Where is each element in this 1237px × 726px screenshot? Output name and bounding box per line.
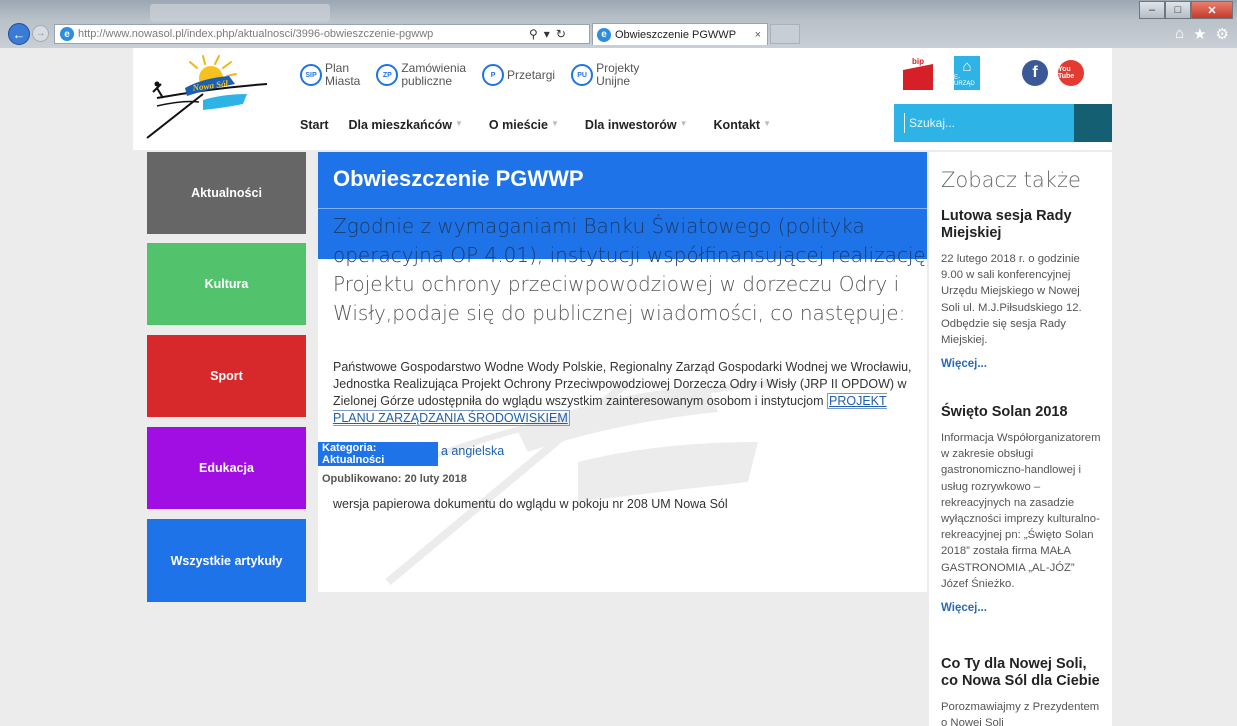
- zamowienia-icon: ZP: [376, 64, 399, 86]
- chevron-down-icon: ▼: [551, 119, 559, 128]
- top-link-label: Przetargi: [507, 67, 556, 82]
- dropdown-icon[interactable]: ▾: [544, 27, 550, 41]
- chevron-down-icon: ▼: [763, 119, 771, 128]
- top-links: SIP Plan Miasta ZP Zamówienia publiczne P …: [300, 62, 655, 88]
- projekty-icon: PU: [571, 64, 594, 86]
- category-sport[interactable]: Sport: [147, 335, 306, 417]
- search-icon[interactable]: ⚲: [529, 27, 538, 41]
- bip-label: bip: [912, 57, 924, 66]
- address-url[interactable]: http://www.nowasol.pl/index.php/aktualno…: [78, 28, 529, 40]
- new-tab-button[interactable]: [770, 24, 800, 44]
- article: Obwieszczenie PGWWP Zgodnie z wymaganiam…: [318, 152, 927, 592]
- facebook-icon[interactable]: f: [1022, 60, 1048, 86]
- title-divider: [318, 208, 927, 209]
- category-wszystkie-artykuly[interactable]: Wszystkie artykuły: [147, 519, 306, 602]
- category-aktualnosci[interactable]: Aktualności: [147, 152, 306, 234]
- category-kultura[interactable]: Kultura: [147, 243, 306, 325]
- back-button[interactable]: ←: [8, 23, 30, 45]
- search-panel: Szukaj...: [894, 104, 1112, 142]
- category-badge[interactable]: Kategoria: Aktualności: [318, 442, 438, 466]
- article-body-text: Państwowe Gospodarstwo Wodne Wody Polski…: [333, 360, 912, 408]
- top-link-label: Unijne: [596, 74, 631, 88]
- forward-button[interactable]: →: [32, 25, 49, 42]
- more-link[interactable]: Więcej...: [941, 358, 1101, 370]
- window-controls: – □ ✕: [1139, 1, 1233, 19]
- browser-toolbar-icons: ⌂ ★ ⚙: [1175, 25, 1229, 43]
- nav-item-start[interactable]: Start: [300, 118, 328, 132]
- refresh-icon[interactable]: ↻: [556, 27, 566, 41]
- category-edukacja[interactable]: Edukacja: [147, 427, 306, 509]
- related-item-text: 22 lutego 2018 r. o godzinie 9.00 w sali…: [941, 253, 1082, 347]
- related-item-title[interactable]: Co Ty dla Nowej Soli, co Nowa Sól dla Ci…: [941, 656, 1101, 690]
- lead-line: Projektu ochrony przeciwpowodziowej w do…: [333, 272, 900, 296]
- top-link-przetargi[interactable]: P Przetargi: [482, 62, 555, 88]
- ie-icon: e: [60, 27, 74, 41]
- article-body: Państwowe Gospodarstwo Wodne Wody Polski…: [333, 359, 913, 427]
- address-bar[interactable]: e http://www.nowasol.pl/index.php/aktual…: [54, 24, 590, 44]
- settings-gear-icon[interactable]: ⚙: [1216, 25, 1229, 43]
- article-lead: Zgodnie z wymaganiami Banku Światowego (…: [333, 212, 926, 328]
- lead-line: Zgodnie z wymaganiami Banku Światowego (…: [333, 214, 865, 238]
- address-tools: ⚲ ▾ ↻: [529, 27, 589, 41]
- related-item-text: Porozmawiajmy z Prezydentem o Nowej Soli: [941, 701, 1100, 726]
- maximize-icon[interactable]: □: [1165, 1, 1191, 19]
- top-link-plan-miasta[interactable]: SIP Plan Miasta: [300, 62, 360, 88]
- main-nav: Start Dla mieszkańców ▼ O mieście ▼ Dla in…: [300, 118, 797, 132]
- lead-line: Wisły,podaje się do publicznej wiadomośc…: [333, 301, 906, 325]
- home-icon[interactable]: ⌂: [1175, 25, 1184, 43]
- search-input[interactable]: Szukaj...: [904, 113, 1052, 133]
- plan-miasta-icon: SIP: [300, 64, 322, 86]
- nowa-sol-logo[interactable]: Nowa Sól: [143, 54, 283, 142]
- lead-line: operacyjna OP 4.01), instytucji współfin…: [333, 243, 926, 267]
- related-item-text: Informacja Współorganizatorem w zakresie…: [941, 432, 1101, 590]
- favorites-star-icon[interactable]: ★: [1193, 25, 1206, 43]
- english-version-link[interactable]: a angielska: [441, 444, 504, 458]
- site: Nowa Sól SIP Plan Miasta ZP Zamówienia pub…: [0, 48, 1237, 726]
- related-sidebar: Zobacz także Lutowa sesja Rady Miejskiej…: [929, 152, 1112, 726]
- chevron-down-icon: ▼: [679, 119, 688, 128]
- nav-item-o-miescie[interactable]: O mieście ▼: [489, 118, 559, 132]
- browser-chrome: ← → e http://www.nowasol.pl/index.php/ak…: [0, 0, 1237, 48]
- minimize-icon[interactable]: –: [1139, 1, 1165, 19]
- site-header: Nowa Sól SIP Plan Miasta ZP Zamówienia pub…: [133, 48, 1112, 150]
- top-link-label: Miasta: [325, 74, 361, 88]
- nav-item-dla-mieszkancow[interactable]: Dla mieszkańców ▼: [348, 118, 462, 132]
- top-link-projekty[interactable]: PU Projekty Unijne: [571, 62, 639, 88]
- published-date: Opublikowano: 20 luty 2018: [322, 473, 467, 485]
- top-link-label: Projekty: [596, 61, 640, 75]
- article-title: Obwieszczenie PGWWP: [333, 166, 584, 191]
- close-window-icon[interactable]: ✕: [1191, 1, 1233, 19]
- related-item-title[interactable]: Święto Solan 2018: [941, 404, 1101, 421]
- related-item-title[interactable]: Lutowa sesja Rady Miejskiej: [941, 208, 1101, 242]
- related-item: Święto Solan 2018 Informacja Współorgani…: [941, 404, 1101, 614]
- related-item: Lutowa sesja Rady Miejskiej 22 lutego 20…: [941, 208, 1101, 370]
- background-tab[interactable]: [150, 4, 330, 22]
- tab-title: Obwieszczenie PGWWP: [615, 28, 737, 41]
- top-link-label: Zamówienia: [401, 61, 467, 75]
- logo-text: Nowa Sól: [191, 78, 229, 93]
- chevron-down-icon: ▼: [455, 119, 463, 128]
- top-link-zamowienia[interactable]: ZP Zamówienia publiczne: [376, 62, 466, 88]
- youtube-icon[interactable]: You Tube: [1058, 60, 1084, 86]
- related-heading: Zobacz także: [941, 168, 1081, 192]
- e-urzad-icon[interactable]: ⌂ E-URZĄD: [954, 56, 980, 90]
- tab-close-icon[interactable]: ×: [755, 29, 761, 41]
- przetargi-icon: P: [482, 64, 505, 86]
- top-link-label: publiczne: [401, 74, 453, 88]
- search-button[interactable]: [1074, 104, 1112, 142]
- paper-version-note: wersja papierowa dokumentu do wglądu w p…: [333, 497, 728, 511]
- ie-icon: e: [597, 27, 611, 42]
- e-urzad-label: E-URZĄD: [954, 75, 975, 87]
- active-tab[interactable]: e Obwieszczenie PGWWP ×: [592, 23, 768, 45]
- more-link[interactable]: Więcej...: [941, 602, 1101, 614]
- nav-item-dla-inwestorow[interactable]: Dla inwestorów ▼: [585, 118, 688, 132]
- nav-item-kontakt[interactable]: Kontakt ▼: [714, 118, 771, 132]
- top-link-label: Plan: [325, 61, 350, 75]
- related-item: Co Ty dla Nowej Soli, co Nowa Sól dla Ci…: [941, 656, 1101, 726]
- bip-icon[interactable]: bip: [903, 56, 933, 90]
